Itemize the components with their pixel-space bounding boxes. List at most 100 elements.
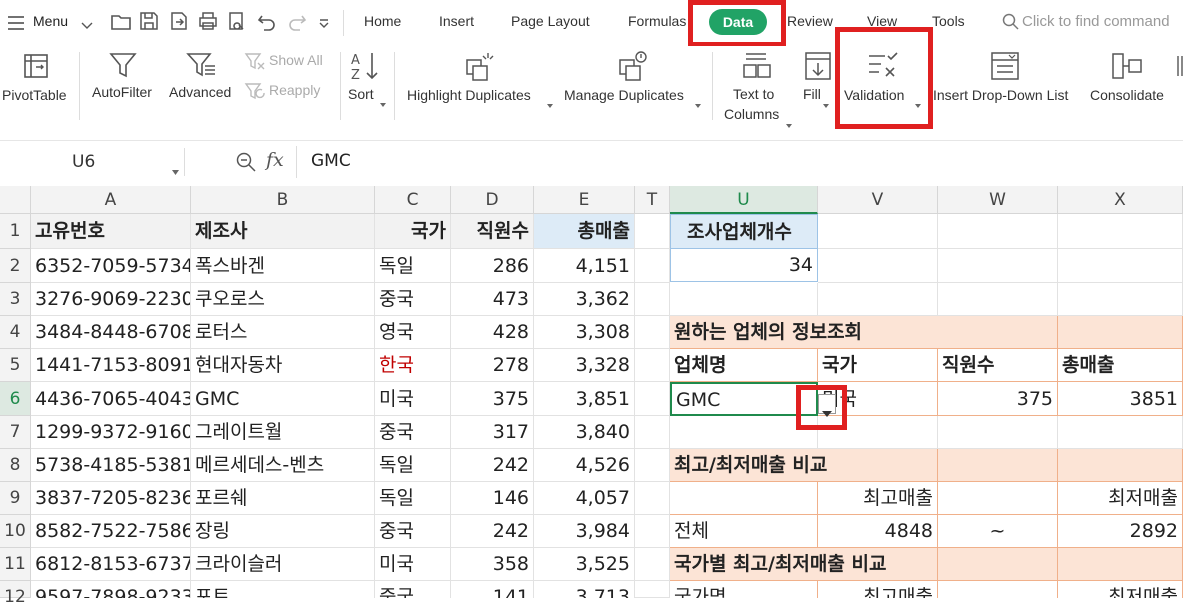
manage-duplicates-button[interactable]: Manage Duplicates bbox=[562, 46, 707, 126]
cell-c4[interactable]: 영국 bbox=[375, 316, 451, 349]
cell-t6[interactable] bbox=[635, 382, 670, 416]
redo-icon[interactable] bbox=[286, 10, 308, 34]
row-header-5[interactable]: 5 bbox=[0, 349, 31, 382]
print-preview-icon[interactable] bbox=[226, 10, 248, 34]
row-header-6[interactable]: 6 bbox=[0, 382, 31, 416]
cell-t9[interactable] bbox=[635, 482, 670, 515]
cell-u3[interactable] bbox=[670, 283, 818, 316]
cell-c6[interactable]: 미국 bbox=[375, 382, 451, 416]
fx-icon[interactable]: fx bbox=[266, 149, 284, 171]
cell-x10-min-value[interactable]: 2892 bbox=[1058, 515, 1183, 548]
column-header-e[interactable]: E bbox=[534, 186, 635, 214]
cell-x7[interactable] bbox=[1058, 416, 1183, 449]
row-header-8[interactable]: 8 bbox=[0, 449, 31, 482]
tab-page-layout[interactable]: Page Layout bbox=[511, 13, 590, 29]
column-header-a[interactable]: A bbox=[31, 186, 191, 214]
cell-w11[interactable] bbox=[938, 548, 1058, 581]
show-all-button[interactable]: Show All bbox=[244, 50, 334, 72]
cell-w6-employees-value[interactable]: 375 bbox=[938, 382, 1058, 416]
cell-x8[interactable] bbox=[1058, 449, 1183, 482]
cell-d8[interactable]: 242 bbox=[451, 449, 534, 482]
command-search[interactable]: Click to find command bbox=[1000, 10, 1183, 36]
insert-dropdown-list-button[interactable]: Insert Drop-Down List bbox=[931, 46, 1081, 126]
undo-icon[interactable] bbox=[256, 10, 278, 34]
cell-c11[interactable]: 미국 bbox=[375, 548, 451, 581]
pivot-table-button[interactable]: PivotTable bbox=[0, 46, 74, 126]
row-header-2[interactable]: 2 bbox=[0, 249, 31, 283]
sort-button[interactable]: AZ Sort bbox=[344, 46, 389, 126]
cell-b2[interactable]: 폭스바겐 bbox=[191, 249, 375, 283]
cell-b12[interactable]: 포트 bbox=[191, 581, 375, 598]
cell-d11[interactable]: 358 bbox=[451, 548, 534, 581]
cell-t12[interactable] bbox=[635, 581, 670, 598]
column-header-d[interactable]: D bbox=[451, 186, 534, 214]
row-header-9[interactable]: 9 bbox=[0, 482, 31, 515]
row-header-11[interactable]: 11 bbox=[0, 548, 31, 581]
cell-w8[interactable] bbox=[938, 449, 1058, 482]
cell-c5[interactable]: 한국 bbox=[375, 349, 451, 382]
reapply-button[interactable]: Reapply bbox=[244, 80, 334, 102]
cell-b10[interactable]: 장링 bbox=[191, 515, 375, 548]
cell-a12[interactable]: 9597-7898-9233 bbox=[31, 581, 191, 598]
cell-t2[interactable] bbox=[635, 249, 670, 283]
cell-e10[interactable]: 3,984 bbox=[534, 515, 635, 548]
row-header-3[interactable]: 3 bbox=[0, 283, 31, 316]
cell-w12[interactable] bbox=[938, 581, 1058, 598]
highlight-duplicates-button[interactable]: Highlight Duplicates bbox=[405, 46, 555, 126]
column-header-c[interactable]: C bbox=[375, 186, 451, 214]
cell-w7[interactable] bbox=[938, 416, 1058, 449]
cell-x11[interactable] bbox=[1058, 548, 1183, 581]
fill-button[interactable]: Fill bbox=[799, 46, 839, 126]
row-header-1[interactable]: 1 bbox=[0, 214, 31, 249]
cell-e8[interactable]: 4,526 bbox=[534, 449, 635, 482]
row-header-4[interactable]: 4 bbox=[0, 316, 31, 349]
cell-d5[interactable]: 278 bbox=[451, 349, 534, 382]
menu-button[interactable]: Menu bbox=[6, 10, 98, 34]
cell-a9[interactable]: 3837-7205-8236 bbox=[31, 482, 191, 515]
cell-d2[interactable]: 286 bbox=[451, 249, 534, 283]
save-icon[interactable] bbox=[138, 10, 160, 34]
tab-insert[interactable]: Insert bbox=[439, 13, 474, 29]
cell-b1[interactable]: 제조사 bbox=[191, 214, 375, 249]
tab-review[interactable]: Review bbox=[787, 13, 833, 29]
text-to-columns-button[interactable]: Text to Columns bbox=[718, 46, 794, 128]
cell-e12[interactable]: 3,713 bbox=[534, 581, 635, 598]
cell-v3[interactable] bbox=[818, 283, 938, 316]
cell-v5-country-header[interactable]: 국가 bbox=[818, 349, 938, 382]
cell-v10-max-value[interactable]: 4848 bbox=[818, 515, 938, 548]
formula-input[interactable]: GMC bbox=[296, 146, 1183, 178]
column-header-w[interactable]: W bbox=[938, 186, 1058, 214]
row-header-7[interactable]: 7 bbox=[0, 416, 31, 449]
consolidate-button[interactable]: Consolidate bbox=[1086, 46, 1176, 126]
cell-d9[interactable]: 146 bbox=[451, 482, 534, 515]
cell-x6-sales-value[interactable]: 3851 bbox=[1058, 382, 1183, 416]
cell-w3[interactable] bbox=[938, 283, 1058, 316]
cell-e7[interactable]: 3,840 bbox=[534, 416, 635, 449]
cell-u5-company-header[interactable]: 업체명 bbox=[670, 349, 818, 382]
customize-dropdown-icon[interactable] bbox=[318, 14, 340, 38]
select-all-corner[interactable] bbox=[0, 186, 31, 214]
cell-a1[interactable]: 고유번호 bbox=[31, 214, 191, 249]
cell-u10-total-label[interactable]: 전체 bbox=[670, 515, 818, 548]
autofilter-button[interactable]: AutoFilter bbox=[90, 46, 160, 126]
name-box[interactable]: U6 bbox=[0, 148, 185, 176]
cell-a4[interactable]: 3484-8448-6708 bbox=[31, 316, 191, 349]
cell-v1[interactable] bbox=[818, 214, 938, 249]
cell-a5[interactable]: 1441-7153-8091 bbox=[31, 349, 191, 382]
cell-e2[interactable]: 4,151 bbox=[534, 249, 635, 283]
cell-a3[interactable]: 3276-9069-2230 bbox=[31, 283, 191, 316]
tab-formulas[interactable]: Formulas bbox=[628, 13, 686, 29]
cell-x3[interactable] bbox=[1058, 283, 1183, 316]
cell-x1[interactable] bbox=[1058, 214, 1183, 249]
cell-c9[interactable]: 독일 bbox=[375, 482, 451, 515]
advanced-filter-button[interactable]: Advanced bbox=[167, 46, 237, 126]
cell-c1[interactable]: 국가 bbox=[375, 214, 451, 249]
cell-b9[interactable]: 포르쉐 bbox=[191, 482, 375, 515]
column-header-b[interactable]: B bbox=[191, 186, 375, 214]
column-header-x[interactable]: X bbox=[1058, 186, 1183, 214]
cell-x4[interactable] bbox=[1058, 316, 1183, 349]
cell-b8[interactable]: 메르세데스-벤츠 bbox=[191, 449, 375, 482]
cell-x12-min-header[interactable]: 최저매출 bbox=[1058, 581, 1183, 598]
cell-c10[interactable]: 중국 bbox=[375, 515, 451, 548]
cell-a11[interactable]: 6812-8153-6737 bbox=[31, 548, 191, 581]
